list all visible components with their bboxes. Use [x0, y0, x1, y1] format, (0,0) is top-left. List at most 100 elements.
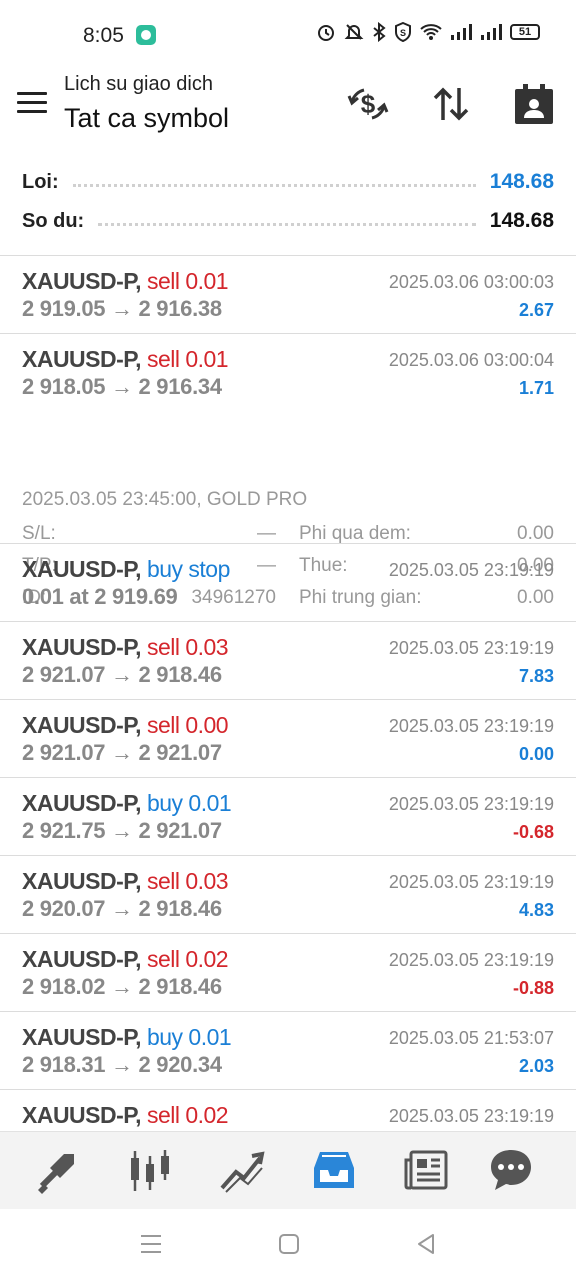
header-title[interactable]: Tat ca symbol — [64, 103, 229, 134]
deal-time: 2025.03.05 23:19:19 — [388, 950, 554, 970]
signal-icon — [481, 24, 502, 40]
history-icon[interactable] — [310, 1146, 358, 1194]
deal-row[interactable]: XAUUSD-P, buy 0.01 2025.03.05 21:53:07 2 9… — [0, 1012, 576, 1090]
alarm-icon — [318, 25, 334, 41]
deal-row[interactable]: XAUUSD-P, sell 0.03 2025.03.05 23:19:19 2 … — [0, 856, 576, 934]
deal-row[interactable]: XAUUSD-P, sell 0.02 2025.03.05 23:19:19 2 … — [0, 934, 576, 1012]
deal-action: sell 0.00 — [146, 712, 229, 738]
swap-label: Phi qua dem: — [299, 523, 411, 544]
deal-title: XAUUSD-P, sell 0.02 — [22, 946, 229, 973]
deal-title: XAUUSD-P, buy stop — [22, 556, 230, 583]
deal-row[interactable]: XAUUSD-P, sell 0.03 2025.03.05 23:19:19 2 … — [0, 622, 576, 700]
deal-row[interactable]: XAUUSD-P, sell 0.01 2025.03.06 03:00:04 2 … — [0, 334, 576, 608]
deal-action: sell 0.01 — [146, 346, 229, 372]
deal-prices: 2 918.31 → 2 920.34 — [22, 1052, 222, 1077]
deal-symbol: XAUUSD-P, — [22, 1024, 142, 1050]
deal-title: XAUUSD-P, sell 0.03 — [22, 634, 229, 661]
deal-row[interactable]: XAUUSD-P, sell 0.01 2025.03.06 03:00:03 2 … — [0, 256, 576, 334]
deal-prices: 2 921.07 → 2 918.46 — [22, 662, 222, 687]
open-info: 2025.03.05 23:45:00, GOLD PRO — [22, 489, 308, 510]
deal-action: sell 0.01 — [146, 268, 229, 294]
deal-title: XAUUSD-P, sell 0.03 — [22, 868, 229, 895]
deal-prices: 0.01 at 2 919.69 — [22, 584, 178, 609]
dotted-leader — [72, 183, 476, 187]
deal-time: 2025.03.05 23:19:19 — [388, 872, 554, 892]
deal-time: 2025.03.05 23:19:19 — [388, 1106, 554, 1126]
deal-action: buy 0.01 — [146, 790, 232, 816]
deal-action: sell 0.02 — [146, 946, 229, 972]
battery-icon: 51 — [510, 24, 540, 40]
deal-row[interactable]: XAUUSD-P, buy stop 2025.03.05 23:19:19 0.0… — [0, 544, 576, 622]
deal-profit: 0.00 — [518, 744, 554, 764]
currency-exchange-icon[interactable]: $ — [346, 82, 390, 126]
status-icons: S 51 — [316, 22, 540, 42]
deal-profit: -0.68 — [512, 822, 554, 842]
home-icon[interactable] — [276, 1231, 302, 1257]
profit-value: 148.68 — [489, 170, 554, 193]
deal-title: XAUUSD-P, sell 0.00 — [22, 712, 229, 739]
deal-action: sell 0.03 — [146, 634, 229, 660]
deal-profit: 2.67 — [518, 300, 554, 320]
deal-profit: 2.03 — [518, 1056, 554, 1076]
deal-time: 2025.03.05 23:19:19 — [388, 716, 554, 736]
deal-list[interactable]: XAUUSD-P, sell 0.01 2025.03.06 03:00:03 2 … — [0, 256, 576, 1131]
app-header: Lich su giao dich Tat ca symbol $ — [0, 70, 576, 150]
deal-prices: 2 918.05 → 2 916.34 — [22, 374, 222, 399]
sl-label: S/L: — [22, 523, 56, 544]
deal-time: 2025.03.05 23:19:19 — [388, 638, 554, 658]
deal-title: XAUUSD-P, sell 0.02 — [22, 1102, 229, 1129]
back-icon[interactable] — [413, 1231, 439, 1257]
menu-icon[interactable] — [17, 92, 47, 114]
signal-icon — [451, 24, 472, 40]
chart-icon[interactable] — [126, 1146, 174, 1194]
profit-label: Loi: — [22, 170, 59, 193]
balance-row: So du: 148.68 — [22, 201, 554, 241]
trade-icon[interactable] — [34, 1146, 82, 1194]
balance-value: 148.68 — [489, 209, 554, 232]
sort-icon[interactable] — [429, 82, 473, 126]
deal-symbol: XAUUSD-P, — [22, 1102, 142, 1128]
news-icon[interactable] — [402, 1146, 450, 1194]
system-nav — [0, 1209, 576, 1280]
deal-action: sell 0.02 — [146, 1102, 229, 1128]
recent-apps-icon[interactable] — [138, 1231, 164, 1257]
chat-icon[interactable] — [487, 1146, 535, 1194]
deal-symbol: XAUUSD-P, — [22, 712, 142, 738]
deal-row[interactable]: XAUUSD-P, sell 0.00 2025.03.05 23:19:19 2 … — [0, 700, 576, 778]
deal-title: XAUUSD-P, buy 0.01 — [22, 790, 232, 817]
deal-time: 2025.03.06 03:00:03 — [388, 272, 554, 292]
deal-profit: 4.83 — [518, 900, 554, 920]
status-bar: 8:05 S 51 — [0, 0, 576, 70]
deal-prices: 2 920.07 → 2 918.46 — [22, 896, 222, 921]
vpn-shield-icon: S — [395, 22, 411, 42]
deal-title: XAUUSD-P, buy 0.01 — [22, 1024, 232, 1051]
deal-symbol: XAUUSD-P, — [22, 868, 142, 894]
deal-symbol: XAUUSD-P, — [22, 268, 142, 294]
calendar-icon[interactable] — [512, 82, 556, 126]
swap-value: 0.00 — [517, 523, 554, 544]
deal-prices: 2 921.75 → 2 921.07 — [22, 818, 222, 843]
deal-time: 2025.03.05 21:53:07 — [388, 1028, 554, 1048]
deal-profit: 7.83 — [518, 666, 554, 686]
svg-text:S: S — [400, 28, 406, 38]
balance-label: So du: — [22, 209, 85, 232]
header-subtitle: Lich su giao dich — [64, 73, 213, 95]
deal-time: 2025.03.06 03:00:04 — [388, 350, 554, 370]
deal-row[interactable]: XAUUSD-P, buy 0.01 2025.03.05 23:19:19 2 9… — [0, 778, 576, 856]
deal-action: buy stop — [146, 556, 230, 582]
deal-title: XAUUSD-P, sell 0.01 — [22, 268, 229, 295]
dotted-leader — [98, 222, 476, 226]
mute-icon — [344, 24, 364, 40]
svg-text:$: $ — [361, 89, 376, 119]
deal-action: sell 0.03 — [146, 868, 229, 894]
deal-symbol: XAUUSD-P, — [22, 346, 142, 372]
summary: Loi: 148.68 So du: 148.68 — [0, 160, 576, 256]
app-notification-icon — [136, 25, 156, 45]
deal-action: buy 0.01 — [146, 1024, 232, 1050]
deal-prices: 2 918.02 → 2 918.46 — [22, 974, 222, 999]
deal-symbol: XAUUSD-P, — [22, 556, 142, 582]
deal-row[interactable]: XAUUSD-P, sell 0.02 2025.03.05 23:19:19 — [0, 1090, 576, 1131]
deal-prices: 2 919.05 → 2 916.38 — [22, 296, 222, 321]
deal-symbol: XAUUSD-P, — [22, 946, 142, 972]
analytics-icon[interactable] — [218, 1146, 266, 1194]
